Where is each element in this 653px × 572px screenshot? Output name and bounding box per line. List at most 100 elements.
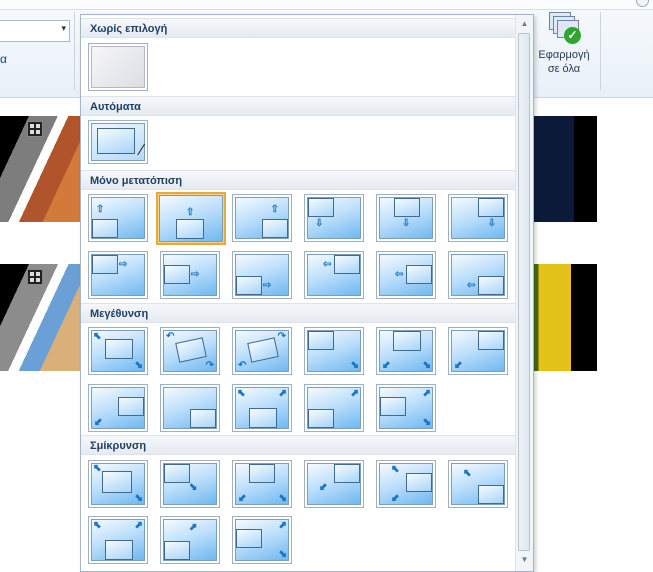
effect-pan-10[interactable]: ⇦ (304, 251, 364, 299)
ribbon-separator (600, 12, 601, 90)
effect-zoom-out-5[interactable]: ⬉ ⬋ (376, 460, 436, 508)
effect-zoom-in-7[interactable]: ⬋ (88, 384, 148, 432)
effect-zoom-in-10[interactable]: ⬈ (304, 384, 364, 432)
effect-pan-9[interactable]: ⇨ (232, 251, 292, 299)
arrow-diagonal-icon: ⬊ (134, 360, 143, 371)
arrow-diagonal-icon: ⬉ (463, 468, 472, 479)
effect-none[interactable] (88, 43, 148, 91)
arrow-diagonal-icon: ⬋ (382, 360, 391, 371)
arrow-diagonal-icon: ⬊ (278, 493, 287, 504)
category-header-zoom-out: Σμίκρυνση (81, 435, 515, 455)
arrow-left-icon: ⇦ (395, 269, 404, 280)
effect-zoom-in-5[interactable]: ⬋ ⬊ (376, 327, 436, 375)
effect-pan-2[interactable]: ⇧ (156, 192, 226, 245)
dropdown-arrow-icon: ▾ (61, 23, 66, 33)
arrow-diagonal-icon: ⬉ (237, 388, 246, 399)
category-header-pan-only: Μόνο μετατόπιση (81, 170, 515, 190)
arrow-diagonal-icon: ⬊ (278, 549, 287, 560)
effect-pan-6[interactable]: ⇩ (448, 194, 508, 242)
arrow-up-icon: ⇧ (186, 207, 195, 218)
arrow-left-icon: ⇦ (467, 280, 476, 291)
arrow-up-icon: ⇧ (96, 204, 105, 215)
arrow-diagonal-icon: ⬉ (93, 463, 102, 474)
transition-icon[interactable] (27, 121, 43, 137)
effect-pan-1[interactable]: ⇧ (88, 194, 148, 242)
effect-zoom-in-11[interactable]: ⬈ ⬊ (376, 384, 436, 432)
arrow-down-icon: ⇩ (487, 218, 496, 229)
category-header-zoom-in: Μεγέθυνση (81, 303, 515, 323)
arrow-rotate-icon: ↶ (238, 360, 247, 371)
effect-zoom-out-3[interactable]: ⬋ ⬊ (232, 460, 292, 508)
category-header-automatic: Αυτόματα (81, 96, 515, 116)
effect-zoom-in-2[interactable]: ↶ ↷ (160, 327, 220, 375)
arrow-diagonal-icon: ⬈ (278, 388, 287, 399)
arrow-diagonal-icon: ⬊ (422, 360, 431, 371)
effect-pan-11[interactable]: ⇦ (376, 251, 436, 299)
arrow-down-icon: ⇩ (315, 218, 324, 229)
arrow-right-icon: ⇨ (263, 280, 272, 291)
arrow-diagonal-icon: ⬋ (454, 360, 463, 371)
effect-zoom-in-4[interactable]: ⬊ (304, 327, 364, 375)
arrow-rotate-icon: ↶ (166, 331, 175, 342)
arrow-right-icon: ⇨ (119, 259, 128, 270)
effect-pan-3[interactable]: ⇧ (232, 194, 292, 242)
ribbon-top-edge (0, 0, 653, 10)
arrow-diagonal-icon: ⬉ (391, 464, 400, 475)
arrow-diagonal-icon: ⬋ (238, 493, 247, 504)
arrow-diagonal-icon: ⬈ (278, 520, 287, 531)
stack-check-icon: ✓ (547, 10, 581, 44)
arrow-diagonal-icon: ⬈ (189, 522, 198, 533)
effect-zoom-out-9[interactable]: ⬈ ⬊ (232, 516, 292, 564)
apply-to-all-label-line2: σε όλα (547, 63, 581, 75)
arrow-rotate-icon: ↷ (205, 360, 214, 371)
effect-zoom-in-8[interactable] (160, 384, 220, 432)
effect-zoom-out-1[interactable]: ⬉ ⬊ (88, 460, 148, 508)
magic-wand-icon: ⁄ (140, 142, 143, 159)
effect-pan-5[interactable]: ⇩ (376, 194, 436, 242)
effect-zoom-out-4[interactable]: ⬋ (304, 460, 364, 508)
arrow-left-icon: ⇦ (323, 259, 332, 270)
effect-pan-4[interactable]: ⇩ (304, 194, 364, 242)
gallery-scrollbar[interactable]: ▲ ▼ (515, 15, 533, 571)
storyboard-thumbnail[interactable] (532, 264, 597, 371)
arrow-diagonal-icon: ⬈ (422, 388, 431, 399)
scroll-up-arrow-icon[interactable]: ▲ (516, 17, 533, 31)
arrow-diagonal-icon: ⬉ (93, 331, 102, 342)
arrow-diagonal-icon: ⬊ (422, 417, 431, 428)
effect-pan-7[interactable]: ⇨ (88, 251, 148, 299)
effect-zoom-in-1[interactable]: ⬉ ⬊ (88, 327, 148, 375)
effect-zoom-out-8[interactable]: ⬈ (160, 516, 220, 564)
effect-zoom-in-9[interactable]: ⬉ ⬈ (232, 384, 292, 432)
pan-zoom-gallery: Χωρίς επιλογή Αυτόματα ⁄ Μόνο μετατόπιση… (80, 14, 534, 572)
arrow-diagonal-icon: ⬊ (134, 493, 143, 504)
arrow-diagonal-icon: ⬋ (319, 482, 328, 493)
arrow-up-icon: ⇧ (270, 204, 279, 215)
arrow-rotate-icon: ↷ (277, 331, 286, 342)
category-header-none: Χωρίς επιλογή (81, 18, 515, 38)
apply-to-all-button[interactable]: ✓ Εφαρμογή σε όλα (530, 10, 598, 90)
transition-icon[interactable] (27, 269, 43, 285)
effect-pan-8[interactable]: ⇨ (160, 251, 220, 299)
arrow-right-icon: ⇨ (191, 269, 200, 280)
effect-pan-12[interactable]: ⇦ (448, 251, 508, 299)
ribbon-label-fragment: α (0, 52, 7, 66)
arrow-diagonal-icon: ⬋ (94, 417, 103, 428)
storyboard-thumbnail[interactable] (532, 116, 597, 222)
effect-zoom-in-6[interactable]: ⬋ (448, 327, 508, 375)
arrow-diagonal-icon: ⬉ (93, 520, 102, 531)
arrow-diagonal-icon: ⬊ (350, 360, 359, 371)
scroll-down-arrow-icon[interactable]: ▼ (516, 553, 533, 567)
effect-zoom-in-3[interactable]: ↷ ↶ (232, 327, 292, 375)
arrow-down-icon: ⇩ (402, 218, 411, 229)
arrow-diagonal-icon: ⬈ (350, 388, 359, 399)
effect-zoom-out-6[interactable]: ⬉ (448, 460, 508, 508)
arrow-diagonal-icon: ⬋ (391, 493, 400, 504)
scrollbar-thumb[interactable] (518, 33, 530, 551)
effect-zoom-out-2[interactable]: ⬊ (160, 460, 220, 508)
ribbon-dropdown[interactable]: ▾ (0, 20, 70, 42)
apply-to-all-label-line1: Εφαρμογή (538, 49, 590, 61)
arrow-diagonal-icon: ⬈ (134, 520, 143, 531)
effect-zoom-out-7[interactable]: ⬉ ⬈ (88, 516, 148, 564)
ribbon-separator (74, 12, 75, 90)
effect-automatic[interactable]: ⁄ (88, 120, 148, 164)
